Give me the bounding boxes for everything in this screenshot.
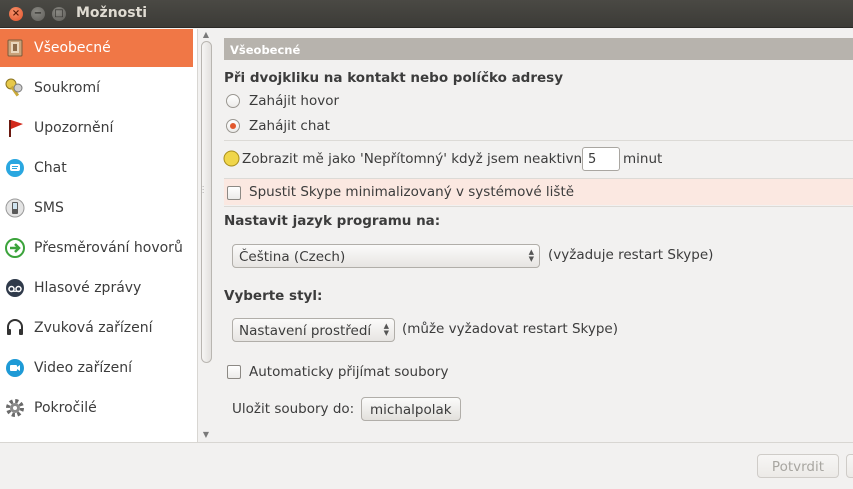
away-label: Zobrazit mě jako 'Nepřítomný' když jsem … xyxy=(242,151,586,167)
window-title: Možnosti xyxy=(76,5,148,21)
auto-accept-label[interactable]: Automaticky přijímat soubory xyxy=(249,364,448,380)
auto-accept-checkbox[interactable] xyxy=(227,365,241,379)
updown-arrows-icon: ▲ ▼ xyxy=(528,248,534,263)
video-camera-icon xyxy=(4,357,26,379)
sidebar-item-label: Všeobecné xyxy=(34,40,111,56)
sidebar-item-label: Chat xyxy=(34,160,67,176)
start-minimized-checkbox[interactable] xyxy=(227,186,241,200)
scrollbar-grip-icon: · · · xyxy=(202,183,205,197)
scroll-up-arrow-icon[interactable]: ▲ xyxy=(201,30,211,40)
maximize-window-button[interactable]: □ xyxy=(52,7,66,21)
sidebar-item-label: SMS xyxy=(34,200,64,216)
sidebar-item-notifications[interactable]: Upozornění xyxy=(0,109,193,147)
headset-icon xyxy=(4,317,26,339)
settings-pane: Všeobecné Při dvojkliku na kontakt nebo … xyxy=(222,29,853,442)
sidebar-item-video-devices[interactable]: Video zařízení xyxy=(0,349,193,387)
sidebar-item-voicemail[interactable]: Hlasové zprávy xyxy=(0,269,193,307)
style-select[interactable]: Nastavení prostředí ▲ ▼ xyxy=(232,318,395,342)
sidebar-item-audio-devices[interactable]: Zvuková zařízení xyxy=(0,309,193,347)
sidebar-item-chat[interactable]: Chat xyxy=(0,149,193,187)
away-moon-icon xyxy=(223,150,240,171)
updown-arrows-icon: ▲ ▼ xyxy=(383,322,389,337)
sidebar-item-label: Upozornění xyxy=(34,120,114,136)
divider xyxy=(224,140,853,141)
double-click-heading: Při dvojkliku na kontakt nebo políčko ad… xyxy=(224,70,563,86)
style-note: (může vyžadovat restart Skype) xyxy=(402,321,618,337)
section-header: Všeobecné xyxy=(224,38,853,60)
sidebar-item-label: Přesměrování hovorů xyxy=(34,240,183,256)
divider xyxy=(224,206,853,207)
radio-start-chat[interactable] xyxy=(226,119,240,133)
away-minutes-input[interactable]: 5 xyxy=(582,147,620,171)
language-heading: Nastavit jazyk programu na: xyxy=(224,213,441,229)
sidebar-item-privacy[interactable]: Soukromí xyxy=(0,69,193,107)
close-window-button[interactable]: × xyxy=(9,7,23,21)
save-folder-label: Uložit soubory do: xyxy=(232,401,355,417)
style-heading: Vyberte styl: xyxy=(224,288,323,304)
minimize-window-button[interactable]: − xyxy=(31,7,45,21)
cancel-button-partial[interactable] xyxy=(846,454,853,478)
sms-phone-icon xyxy=(4,197,26,219)
sidebar-item-call-forwarding[interactable]: Přesměrování hovorů xyxy=(0,229,193,267)
language-select-value: Čeština (Czech) xyxy=(239,249,346,265)
sidebar-scrollbar[interactable]: ▲ · · · ▼ xyxy=(199,29,214,442)
sidebar-item-partial[interactable] xyxy=(0,429,193,442)
sidebar-item-advanced[interactable]: Pokročilé xyxy=(0,389,193,427)
radio-start-chat-label[interactable]: Zahájit chat xyxy=(249,118,330,134)
language-note: (vyžaduje restart Skype) xyxy=(548,247,714,263)
away-unit-label: minut xyxy=(623,151,663,167)
sidebar-item-label: Video zařízení xyxy=(34,360,132,376)
save-folder-button[interactable]: michalpolak xyxy=(361,397,461,421)
gear-icon xyxy=(4,397,26,419)
sidebar-item-label: Hlasové zprávy xyxy=(34,280,142,296)
voicemail-icon xyxy=(4,277,26,299)
radio-start-call-label[interactable]: Zahájit hovor xyxy=(249,93,339,109)
scrollbar-thumb[interactable] xyxy=(201,41,212,363)
notifications-flag-icon xyxy=(4,117,26,139)
sidebar: Všeobecné Soukromí Upozornění Chat SMS P… xyxy=(0,29,198,442)
confirm-button[interactable]: Potvrdit xyxy=(757,454,839,478)
sidebar-item-general[interactable]: Všeobecné xyxy=(0,29,193,67)
sidebar-item-label: Zvuková zařízení xyxy=(34,320,153,336)
sidebar-item-label: Pokročilé xyxy=(34,400,97,416)
call-forwarding-icon xyxy=(4,237,26,259)
footer-bar: Potvrdit xyxy=(0,442,853,489)
general-icon xyxy=(4,37,26,59)
scroll-down-arrow-icon[interactable]: ▼ xyxy=(201,430,211,440)
sidebar-item-label: Soukromí xyxy=(34,80,100,96)
style-select-value: Nastavení prostředí xyxy=(239,323,372,339)
chat-icon xyxy=(4,157,26,179)
title-bar: × − □ Možnosti xyxy=(0,0,853,28)
language-select[interactable]: Čeština (Czech) ▲ ▼ xyxy=(232,244,540,268)
sidebar-item-sms[interactable]: SMS xyxy=(0,189,193,227)
privacy-icon xyxy=(4,77,26,99)
radio-start-call[interactable] xyxy=(226,94,240,108)
start-minimized-label[interactable]: Spustit Skype minimalizovaný v systémové… xyxy=(249,184,574,200)
